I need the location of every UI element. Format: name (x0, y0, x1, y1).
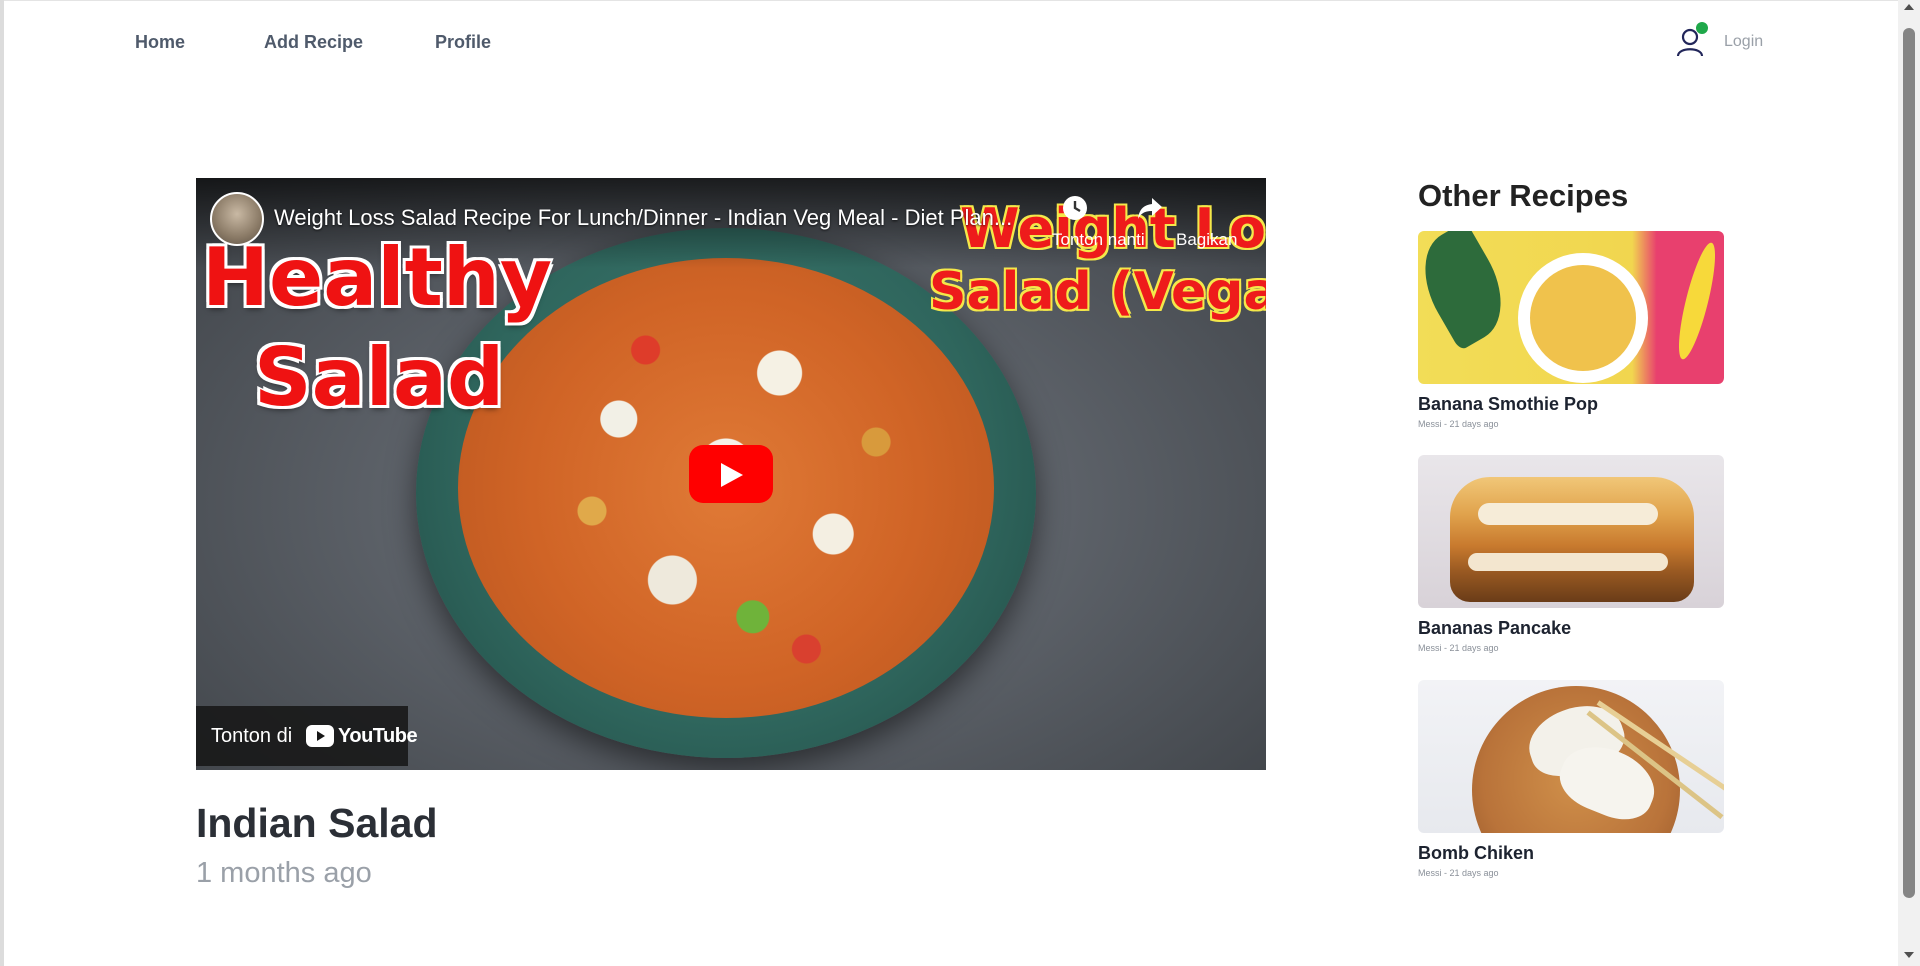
recipe-time: 1 months ago (196, 857, 372, 889)
recipe-card-image[interactable] (1418, 455, 1724, 608)
youtube-logo: YouTube (306, 725, 418, 749)
play-button[interactable] (689, 445, 773, 503)
youtube-icon (306, 725, 334, 747)
recipe-card[interactable]: Banana Smothie Pop Messi - 21 days ago (1418, 231, 1724, 429)
vertical-scrollbar[interactable] (1898, 0, 1920, 966)
share-label[interactable]: Bagikan (1176, 230, 1237, 250)
thumbnail-text-healthy: Healthy (202, 231, 552, 324)
recipe-card-name[interactable]: Bananas Pancake (1418, 618, 1724, 639)
watch-on-youtube-button[interactable]: Tonton di YouTube (196, 706, 418, 766)
scroll-down-arrow-icon[interactable] (1904, 952, 1914, 958)
nav-home-link[interactable]: Home (135, 32, 185, 53)
recipe-card-meta: Messi - 21 days ago (1418, 868, 1499, 878)
recipe-card-meta: Messi - 21 days ago (1418, 643, 1499, 653)
other-recipes-heading: Other Recipes (1418, 178, 1629, 213)
play-icon (721, 463, 743, 487)
online-status-dot (1696, 22, 1708, 34)
scroll-up-arrow-icon[interactable] (1904, 4, 1914, 10)
recipe-card-meta: Messi - 21 days ago (1418, 419, 1499, 429)
video-title[interactable]: Weight Loss Salad Recipe For Lunch/Dinne… (274, 205, 1012, 231)
share-icon[interactable] (1136, 194, 1164, 222)
nav-add-recipe-link[interactable]: Add Recipe (264, 32, 363, 53)
recipe-title: Indian Salad (196, 800, 438, 846)
video-player[interactable]: Healthy Salad Weight Loss Salad (Vegan) … (196, 178, 1266, 770)
recipe-card[interactable]: Bomb Chiken Messi - 21 days ago (1418, 680, 1724, 878)
navbar: Home Add Recipe Profile Login (0, 0, 1898, 86)
thumbnail-text-salad: Salad (254, 331, 505, 424)
recipe-card-name[interactable]: Banana Smothie Pop (1418, 394, 1724, 415)
watch-later-icon[interactable] (1061, 194, 1089, 222)
nav-profile-link[interactable]: Profile (435, 32, 491, 53)
recipe-card[interactable]: Bananas Pancake Messi - 21 days ago (1418, 455, 1724, 653)
login-link[interactable]: Login (1724, 33, 1763, 51)
recipe-card-image[interactable] (1418, 231, 1724, 384)
recipe-card-image[interactable] (1418, 680, 1724, 833)
window-left-border (0, 0, 4, 966)
watch-on-label: Tonton di (211, 725, 293, 747)
channel-avatar[interactable] (210, 192, 264, 246)
watch-later-label[interactable]: Tonton nanti (1052, 230, 1145, 250)
scrollbar-thumb[interactable] (1903, 28, 1915, 898)
thumbnail-text-vegan: Salad (Vegan) (929, 262, 1266, 322)
youtube-wordmark: YouTube (338, 725, 418, 747)
recipe-card-name[interactable]: Bomb Chiken (1418, 843, 1724, 864)
